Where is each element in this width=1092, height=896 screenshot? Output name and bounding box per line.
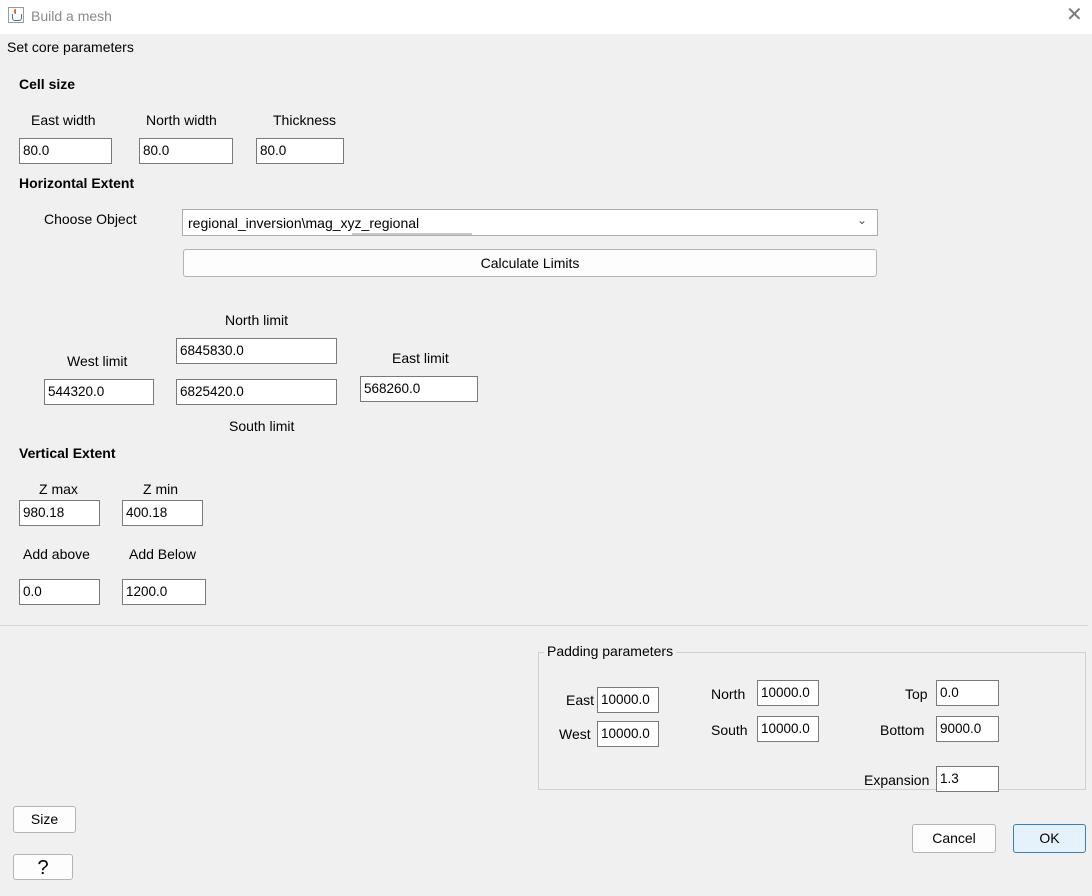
padding-parameters-legend: Padding parameters: [544, 643, 677, 659]
choose-object-selected: regional_inversion\mag_xyz_regional: [188, 215, 420, 231]
padding-north-field[interactable]: 10000.0: [757, 680, 819, 706]
west-limit-field[interactable]: 544320.0: [44, 379, 154, 405]
choose-object-label: Choose Object: [44, 211, 137, 227]
east-width-field[interactable]: 80.0: [19, 138, 112, 164]
zmax-field[interactable]: 980.18: [19, 500, 100, 526]
padding-expansion-field[interactable]: 1.3: [936, 766, 999, 792]
window-title: Build a mesh: [31, 8, 112, 24]
close-icon[interactable]: ✕: [1066, 3, 1083, 27]
add-above-field[interactable]: 0.0: [19, 579, 100, 605]
north-width-field[interactable]: 80.0: [139, 138, 233, 164]
horizontal-extent-heading: Horizontal Extent: [19, 175, 135, 191]
north-width-label: North width: [146, 112, 217, 128]
ok-button[interactable]: OK: [1013, 824, 1086, 853]
core-parameters-legend: Set core parameters: [7, 39, 134, 55]
east-limit-label: East limit: [392, 350, 449, 366]
help-button[interactable]: ?: [13, 854, 73, 880]
title-bar: [0, 0, 1092, 34]
dropdown-focus-line: [352, 233, 472, 235]
east-width-label: East width: [31, 112, 96, 128]
zmin-field[interactable]: 400.18: [122, 500, 203, 526]
java-app-icon: [8, 7, 24, 23]
chevron-down-icon: ⌄: [857, 213, 868, 227]
padding-west-field[interactable]: 10000.0: [597, 721, 659, 747]
padding-south-field[interactable]: 10000.0: [757, 716, 819, 742]
padding-bottom-field[interactable]: 9000.0: [936, 716, 999, 742]
south-limit-label: South limit: [229, 418, 295, 434]
cancel-button[interactable]: Cancel: [912, 824, 996, 853]
add-below-field[interactable]: 1200.0: [122, 579, 206, 605]
cell-size-heading: Cell size: [19, 76, 76, 92]
add-below-label: Add Below: [129, 546, 196, 562]
padding-south-label: South: [711, 722, 748, 738]
padding-east-field[interactable]: 10000.0: [597, 687, 659, 713]
padding-west-label: West: [559, 726, 591, 742]
padding-north-label: North: [711, 686, 746, 702]
size-button[interactable]: Size: [13, 806, 76, 833]
padding-expansion-label: Expansion: [864, 772, 930, 788]
padding-top-field[interactable]: 0.0: [936, 680, 999, 706]
padding-bottom-label: Bottom: [880, 722, 925, 738]
choose-object-dropdown[interactable]: regional_inversion\mag_xyz_regional ⌄: [182, 209, 878, 236]
east-limit-field[interactable]: 568260.0: [360, 376, 478, 402]
padding-top-label: Top: [905, 686, 928, 702]
zmin-label: Z min: [143, 481, 178, 497]
padding-east-label: East: [566, 692, 595, 708]
add-above-label: Add above: [23, 546, 90, 562]
north-limit-label: North limit: [225, 312, 289, 328]
thickness-field[interactable]: 80.0: [256, 138, 344, 164]
calculate-limits-button[interactable]: Calculate Limits: [183, 249, 877, 277]
zmax-label: Z max: [39, 481, 78, 497]
vertical-extent-heading: Vertical Extent: [19, 445, 116, 461]
south-limit-field[interactable]: 6825420.0: [176, 379, 337, 405]
thickness-label: Thickness: [273, 112, 337, 128]
west-limit-label: West limit: [67, 353, 128, 369]
north-limit-field[interactable]: 6845830.0: [176, 338, 337, 364]
